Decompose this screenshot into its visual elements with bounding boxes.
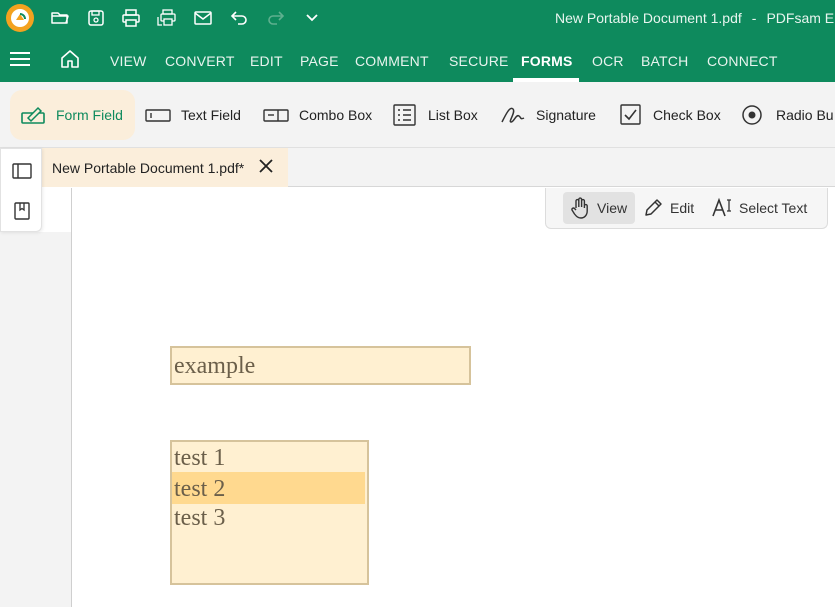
combo-box-icon: [263, 109, 289, 122]
check-box-icon: [620, 104, 641, 125]
text-field-icon: [145, 109, 171, 122]
menu-batch[interactable]: BATCH: [641, 53, 688, 69]
save-icon[interactable]: [84, 6, 108, 30]
view-mode-label: View: [597, 200, 628, 216]
edit-mode-button[interactable]: Edit: [642, 192, 694, 224]
view-mode-toolbar: View Edit Select Text: [545, 188, 828, 229]
batch-print-icon[interactable]: [155, 6, 179, 30]
check-box-button[interactable]: Check Box: [617, 90, 721, 140]
hamburger-menu-icon[interactable]: [10, 50, 30, 68]
select-text-icon: [712, 197, 731, 217]
list-option-selected[interactable]: test 2: [172, 472, 365, 504]
menu-comment[interactable]: COMMENT: [355, 53, 429, 69]
app-name: PDFsam Er: [766, 10, 835, 26]
list-box-icon: [393, 104, 416, 126]
menu-view[interactable]: VIEW: [110, 53, 147, 69]
menu-bar: VIEW CONVERT EDIT PAGE COMMENT SECURE FO…: [0, 36, 835, 82]
print-icon[interactable]: [119, 6, 143, 30]
pdfsam-logo-icon[interactable]: [5, 3, 35, 33]
combo-box-label: Combo Box: [299, 107, 373, 123]
text-field-button[interactable]: Text Field: [145, 90, 241, 140]
menu-edit[interactable]: EDIT: [250, 53, 283, 69]
select-text-label: Select Text: [739, 200, 808, 216]
form-field-label: Form Field: [56, 107, 123, 123]
text-form-field[interactable]: example: [170, 346, 471, 385]
document-tab[interactable]: New Portable Document 1.pdf*: [42, 148, 288, 187]
panel-toggle-icon[interactable]: [12, 161, 32, 181]
list-box-form-field[interactable]: test 1 test 2 test 3: [170, 440, 369, 585]
left-gutter: [0, 232, 72, 607]
menu-convert[interactable]: CONVERT: [165, 53, 235, 69]
menu-page[interactable]: PAGE: [300, 53, 339, 69]
radio-button-button[interactable]: Radio Bu: [740, 90, 834, 140]
edit-mode-label: Edit: [670, 200, 695, 216]
document-name: New Portable Document 1.pdf: [555, 10, 742, 26]
mail-icon[interactable]: [191, 6, 215, 30]
forms-ribbon: Form Field Text Field Combo Box List Box…: [0, 82, 835, 148]
form-field-icon: [21, 106, 45, 124]
menu-secure[interactable]: SECURE: [449, 53, 509, 69]
title-separator: -: [751, 10, 757, 26]
list-option[interactable]: test 3: [172, 504, 367, 532]
menu-connect[interactable]: CONNECT: [707, 53, 778, 69]
check-box-label: Check Box: [653, 107, 721, 123]
menu-ocr[interactable]: OCR: [592, 53, 624, 69]
title-bar: New Portable Document 1.pdf - PDFsam Er: [0, 0, 835, 36]
undo-icon[interactable]: [227, 6, 251, 30]
combo-box-button[interactable]: Combo Box: [263, 90, 372, 140]
form-field-button[interactable]: Form Field: [10, 90, 135, 140]
signature-label: Signature: [536, 107, 596, 123]
document-tab-bar: New Portable Document 1.pdf*: [0, 148, 835, 187]
home-icon[interactable]: [59, 49, 81, 69]
radio-button-icon: [742, 105, 762, 125]
canvas-divider: [71, 188, 72, 607]
pencil-icon: [645, 199, 662, 216]
close-icon[interactable]: [258, 158, 274, 174]
text-field-label: Text Field: [181, 107, 241, 123]
view-mode-button[interactable]: View: [563, 192, 636, 224]
side-panel: [0, 148, 42, 232]
list-box-button[interactable]: List Box: [392, 90, 478, 140]
redo-icon: [264, 6, 288, 30]
hand-icon: [571, 197, 588, 219]
signature-button[interactable]: Signature: [500, 90, 596, 140]
list-box-label: List Box: [428, 107, 478, 123]
bookmark-icon[interactable]: [12, 201, 32, 221]
document-tab-label: New Portable Document 1.pdf*: [52, 159, 245, 176]
radio-button-label: Radio Bu: [776, 107, 834, 123]
window-title: New Portable Document 1.pdf - PDFsam Er: [555, 10, 835, 26]
select-text-button[interactable]: Select Text: [711, 192, 807, 224]
signature-icon: [501, 107, 525, 123]
chevron-down-icon[interactable]: [300, 6, 324, 30]
menu-forms[interactable]: FORMS: [521, 53, 573, 69]
list-option[interactable]: test 1: [172, 444, 367, 472]
open-folder-icon[interactable]: [48, 6, 72, 30]
